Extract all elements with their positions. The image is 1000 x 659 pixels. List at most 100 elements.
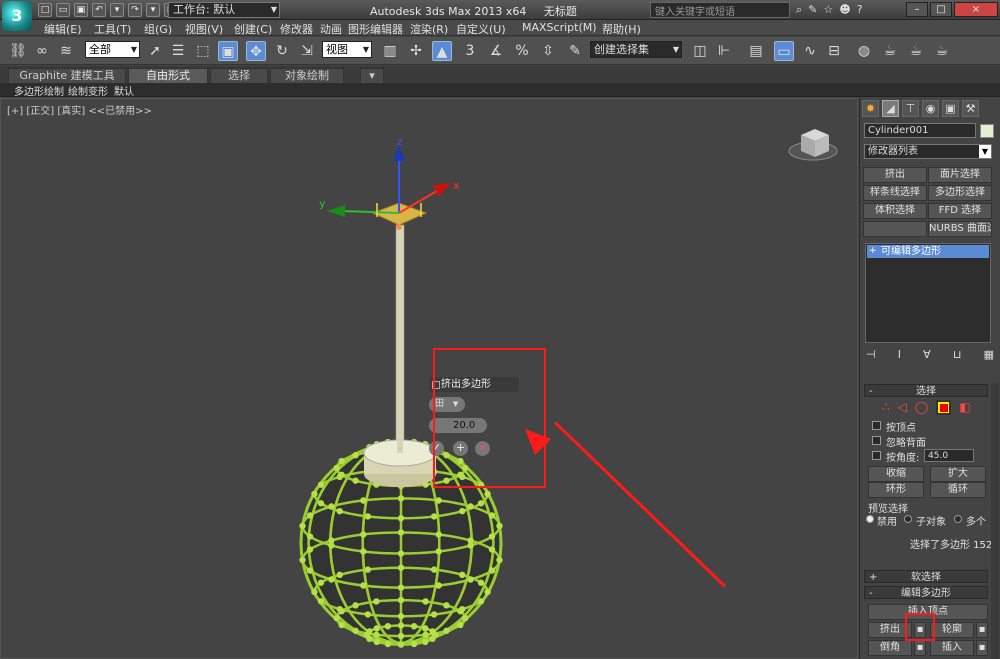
graphite-toggle-icon[interactable]: ▭ <box>774 41 794 61</box>
selection-filter-dropdown[interactable]: 全部 ▼ <box>85 41 140 58</box>
minimize-button[interactable]: – <box>906 2 928 17</box>
perspective-viewport[interactable]: [+] [正交] [真实] <<已禁用>> z x y 挤出多边形 田 ▼ 20… <box>0 98 858 659</box>
app-logo-icon[interactable]: 3 <box>2 1 32 31</box>
polygon-icon[interactable] <box>936 400 952 415</box>
make-unique-icon[interactable]: ∀ <box>923 348 931 362</box>
render-setup-icon[interactable]: ☕ <box>880 41 900 61</box>
rollout-edit-polygons[interactable]: - 编辑多边形 <box>864 586 988 599</box>
star-icon[interactable]: ☆ <box>823 3 833 17</box>
pivot-center-icon[interactable]: ▥ <box>380 41 400 61</box>
redo-dropdown-icon[interactable]: ▾ <box>146 3 160 17</box>
modifier-list-dropdown[interactable]: 修改器列表 ▼ <box>864 144 992 159</box>
menu-graph-editors[interactable]: 图形编辑器 <box>348 21 403 37</box>
edit-named-selection-icon[interactable]: ✎ <box>565 41 585 61</box>
modifier-ffd-select-button[interactable]: FFD 选择 <box>928 203 992 219</box>
select-manipulate-icon[interactable]: ✢ <box>406 41 426 61</box>
link-icon[interactable]: ⛓ <box>8 41 28 61</box>
pin-stack-icon[interactable]: ⊣ <box>866 348 876 362</box>
align-icon[interactable]: ⊩ <box>714 41 734 61</box>
ignore-backfacing-checkbox[interactable] <box>872 436 881 445</box>
inset-button[interactable]: 插入 <box>930 640 974 656</box>
preview-multi-radio[interactable] <box>954 515 962 523</box>
schematic-view-icon[interactable]: ⊟ <box>824 41 844 61</box>
material-editor-icon[interactable]: ◍ <box>854 41 874 61</box>
preview-off-radio[interactable] <box>866 515 874 523</box>
layer-manager-icon[interactable]: ▤ <box>746 41 766 61</box>
ribbon-options-dropdown[interactable]: ▾ <box>360 68 384 83</box>
window-crossing-icon[interactable]: ▣ <box>218 41 238 61</box>
redo-icon[interactable]: ↷ <box>128 3 142 17</box>
border-icon[interactable]: ◯ <box>915 400 928 415</box>
bind-spacewarp-icon[interactable]: ≋ <box>56 41 76 61</box>
utilities-tab-icon[interactable]: ⚒ <box>962 100 979 117</box>
show-end-result-icon[interactable]: Ⅰ <box>898 348 901 362</box>
new-file-icon[interactable]: □ <box>38 3 52 17</box>
unlink-icon[interactable]: ∞ <box>32 41 52 61</box>
select-by-name-icon[interactable]: ☰ <box>168 41 188 61</box>
vertex-icon[interactable]: ∴ <box>882 400 890 415</box>
curve-editor-icon[interactable]: ∿ <box>800 41 820 61</box>
outline-settings-button[interactable]: ▪ <box>976 622 988 638</box>
cylinder-object[interactable] <box>363 224 437 487</box>
select-object-icon[interactable]: ➚ <box>145 41 165 61</box>
tab-freeform[interactable]: 自由形式 <box>128 68 208 83</box>
modifier-vol-select-button[interactable]: 体积选择 <box>863 203 927 219</box>
modify-tab-icon[interactable]: ◢ <box>882 100 899 117</box>
spinner-snap-icon[interactable]: ⇳ <box>538 41 558 61</box>
menu-views[interactable]: 视图(V) <box>185 21 223 37</box>
open-file-icon[interactable]: ▭ <box>56 3 70 17</box>
rollout-soft-selection[interactable]: + 软选择 <box>864 570 988 583</box>
ribbon-paint-deform[interactable]: 绘制变形 <box>68 83 108 98</box>
modifier-stack[interactable]: 可编辑多边形 <box>865 243 991 343</box>
close-button[interactable]: × <box>954 2 998 17</box>
save-file-icon[interactable]: ▣ <box>74 3 88 17</box>
modifier-spline-select-button[interactable]: 样条线选择 <box>863 185 927 201</box>
tab-selection[interactable]: 选择 <box>210 68 268 83</box>
keyboard-shortcut-override-icon[interactable]: ▲ <box>432 41 452 61</box>
binoculars-icon[interactable]: ⌕ <box>796 3 802 17</box>
shrink-button[interactable]: 收缩 <box>868 466 924 482</box>
select-and-rotate-icon[interactable]: ↻ <box>272 41 292 61</box>
ring-button[interactable]: 环形 <box>868 482 924 498</box>
ribbon-defaults[interactable]: 默认 <box>114 83 134 98</box>
remove-modifier-icon[interactable]: ⊔ <box>953 348 962 362</box>
percent-snap-icon[interactable]: % <box>512 41 532 61</box>
stack-item-editable-poly[interactable]: 可编辑多边形 <box>867 245 989 258</box>
undo-icon[interactable]: ↶ <box>92 3 106 17</box>
rollout-selection[interactable]: - 选择 <box>864 384 988 397</box>
tools-icon[interactable]: ✎ <box>808 3 817 17</box>
tab-graphite-modeling[interactable]: Graphite 建模工具 <box>8 68 126 83</box>
render-production-icon[interactable]: ☕ <box>932 41 952 61</box>
reference-coordinate-dropdown[interactable]: 视图 ▼ <box>322 41 372 58</box>
configure-sets-icon[interactable]: ▦ <box>984 348 994 362</box>
modifier-nurbs-select-button[interactable]: NURBS 曲面选择 <box>928 221 992 237</box>
object-name-field[interactable]: Cylinder001 <box>864 123 976 138</box>
named-selection-set-dropdown[interactable]: 创建选择集 ▼ <box>590 41 682 58</box>
help-icon[interactable]: ? <box>857 3 863 17</box>
modifier-patch-select-button[interactable]: 面片选择 <box>928 167 992 183</box>
undo-dropdown-icon[interactable]: ▾ <box>110 3 124 17</box>
menu-help[interactable]: 帮助(H) <box>602 21 641 37</box>
move-gizmo[interactable] <box>327 145 451 230</box>
workspace-dropdown[interactable]: 工作台: 默认 ▼ <box>168 2 280 18</box>
menu-create[interactable]: 创建(C) <box>234 21 272 37</box>
modifier-poly-select-button[interactable]: 多边形选择 <box>928 185 992 201</box>
by-angle-checkbox[interactable] <box>872 451 881 460</box>
bevel-button[interactable]: 倒角 <box>868 640 912 656</box>
create-tab-icon[interactable]: ✸ <box>862 100 879 117</box>
element-icon[interactable]: ◧ <box>959 400 970 415</box>
bevel-settings-button[interactable]: ▪ <box>914 640 926 656</box>
menu-rendering[interactable]: 渲染(R) <box>410 21 448 37</box>
edge-icon[interactable]: ◁ <box>898 400 907 415</box>
snap-toggle-icon[interactable]: 3 <box>460 41 480 61</box>
display-tab-icon[interactable]: ▣ <box>942 100 959 117</box>
preview-subobject-radio[interactable] <box>904 515 912 523</box>
panel-scrollbar[interactable] <box>991 383 999 659</box>
maximize-button[interactable]: □ <box>930 2 952 17</box>
angle-snap-icon[interactable]: ∡ <box>486 41 506 61</box>
outline-button[interactable]: 轮廓 <box>930 622 974 638</box>
modifier-blank-button[interactable] <box>863 221 927 237</box>
grow-button[interactable]: 扩大 <box>930 466 986 482</box>
menu-edit[interactable]: 编辑(E) <box>44 21 82 37</box>
select-and-scale-icon[interactable]: ⇲ <box>297 41 317 61</box>
